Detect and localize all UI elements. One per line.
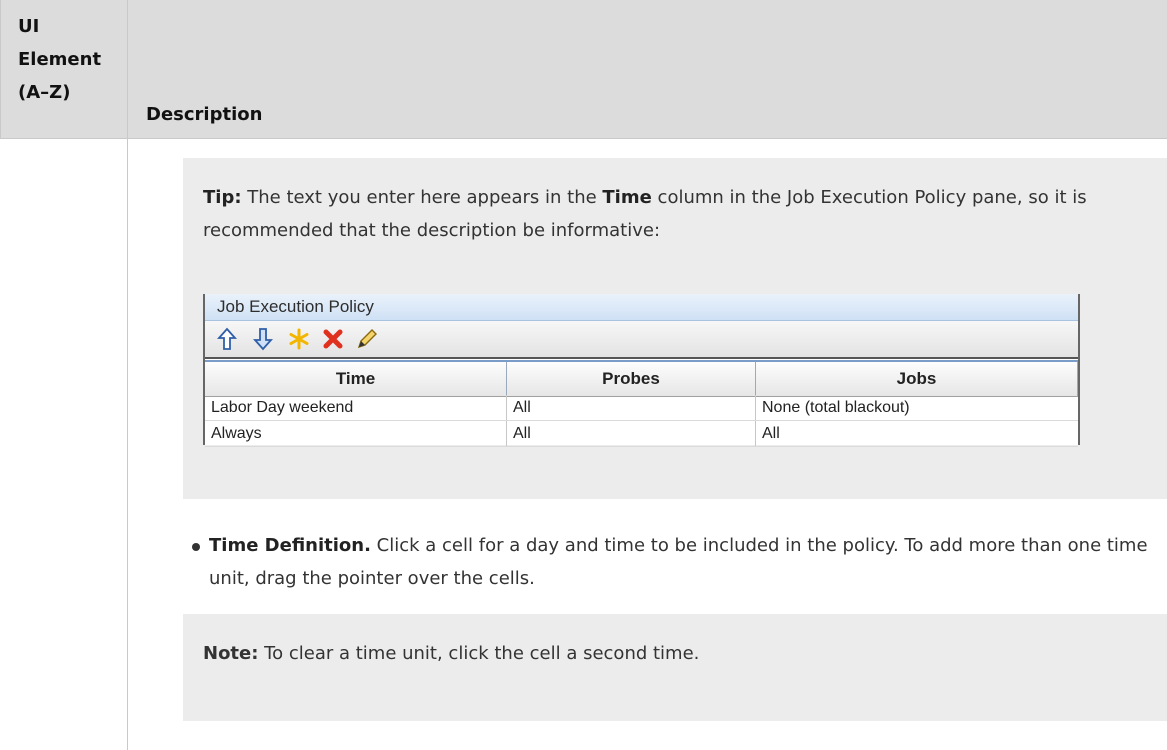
table-cell: All [507,395,756,420]
grid-column-probes: Probes [507,362,756,396]
table-cell: All [762,425,780,442]
divider [0,0,1,138]
table-cell: Always [205,421,507,446]
table-header: UI Element (A–Z) Description [0,0,1167,138]
move-down-icon [251,327,275,351]
header-divider [0,138,1167,139]
pane-toolbar [205,321,1078,359]
pane-title-bar: Job Execution Policy [205,294,1078,321]
ui-element-table: UI Element (A–Z) Description Tip: The te… [0,0,1167,750]
edit-icon [355,327,379,351]
table-row: Labor Day weekend All None (total blacko… [205,395,1078,421]
grid-header: Time Probes Jobs [205,360,1078,397]
header-line: (A–Z) [18,82,71,103]
tip-label: Tip: [203,187,242,208]
note-box: Note: To clear a time unit, click the ce… [183,614,1167,721]
tip-text-part: The text you enter here appears in the [241,187,603,208]
new-icon [287,327,311,351]
pane-title: Job Execution Policy [217,297,374,316]
move-up-icon [215,327,239,351]
bullet-dot [192,543,200,551]
column-header-description: Description [146,104,263,125]
tip-text: Tip: The text you enter here appears in … [203,181,1143,247]
column-divider [127,0,128,750]
grid-column-time: Time [205,362,507,396]
column-header-ui-element: UI Element (A–Z) [18,10,118,109]
table-cell: Labor Day weekend [205,395,507,420]
header-line: Element [18,49,102,70]
table-cell: None (total blackout) [762,399,910,416]
bullet-label: Time Definition. [209,535,371,556]
delete-icon [321,327,345,351]
note-text-part: To clear a time unit, click the cell a s… [258,643,700,664]
tip-bold-word: Time [602,187,652,208]
note-label: Note: [203,643,259,664]
table-row: Always All All [205,421,1078,447]
table-cell: All [507,421,756,446]
header-line: UI [18,16,40,37]
time-definition-item: Time Definition. Click a cell for a day … [209,529,1159,595]
tip-box: Tip: The text you enter here appears in … [183,158,1167,499]
note-text: Note: To clear a time unit, click the ce… [203,637,1143,670]
job-execution-policy-screenshot: Job Execution Policy Time Probes Jobs La… [203,294,1080,447]
grid-column-jobs: Jobs [756,362,1078,396]
